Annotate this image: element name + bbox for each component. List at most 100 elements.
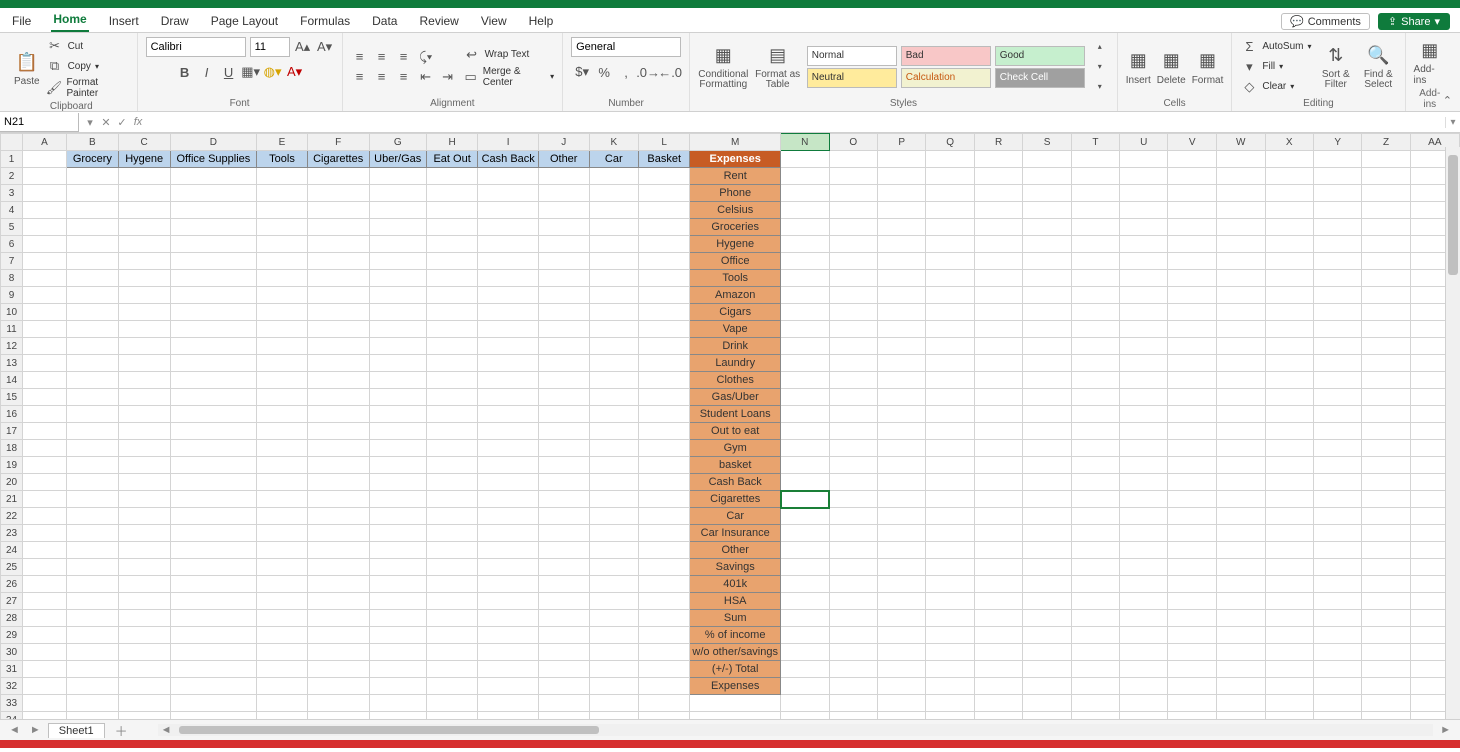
cell-C24[interactable] xyxy=(118,542,170,559)
cell-S22[interactable] xyxy=(1023,508,1071,525)
cell-S28[interactable] xyxy=(1023,610,1071,627)
cell-F7[interactable] xyxy=(307,253,369,270)
cell-N2[interactable] xyxy=(781,168,829,185)
cell-X32[interactable] xyxy=(1265,678,1313,695)
cell-M12[interactable]: Drink xyxy=(690,338,781,355)
cell-K9[interactable] xyxy=(589,287,639,304)
cell-P28[interactable] xyxy=(878,610,926,627)
cell-W2[interactable] xyxy=(1216,168,1265,185)
cell-H15[interactable] xyxy=(426,389,478,406)
cell-T1[interactable] xyxy=(1071,151,1119,168)
cell-N3[interactable] xyxy=(781,185,829,202)
cell-S30[interactable] xyxy=(1023,644,1071,661)
cell-N32[interactable] xyxy=(781,678,829,695)
cell-C3[interactable] xyxy=(118,185,170,202)
cell-N14[interactable] xyxy=(781,372,829,389)
cell-E28[interactable] xyxy=(257,610,307,627)
cell-N16[interactable] xyxy=(781,406,829,423)
cell-P27[interactable] xyxy=(878,593,926,610)
cell-H8[interactable] xyxy=(426,270,478,287)
percent-button[interactable]: % xyxy=(595,63,613,81)
column-header-T[interactable]: T xyxy=(1071,134,1119,151)
vertical-scrollbar[interactable] xyxy=(1445,147,1460,719)
cell-P1[interactable] xyxy=(878,151,926,168)
cell-E17[interactable] xyxy=(257,423,307,440)
cell-F4[interactable] xyxy=(307,202,369,219)
cell-E16[interactable] xyxy=(257,406,307,423)
cell-U2[interactable] xyxy=(1120,168,1168,185)
bold-button[interactable]: B xyxy=(176,63,194,81)
cell-B32[interactable] xyxy=(66,678,118,695)
cell-P2[interactable] xyxy=(878,168,926,185)
cell-I16[interactable] xyxy=(478,406,538,423)
cell-I9[interactable] xyxy=(478,287,538,304)
cell-P7[interactable] xyxy=(878,253,926,270)
cell-L1[interactable]: Basket xyxy=(639,151,690,168)
cell-C21[interactable] xyxy=(118,491,170,508)
cell-T21[interactable] xyxy=(1071,491,1119,508)
cell-L25[interactable] xyxy=(639,559,690,576)
cell-U17[interactable] xyxy=(1120,423,1168,440)
cell-Y34[interactable] xyxy=(1313,712,1361,720)
cell-F14[interactable] xyxy=(307,372,369,389)
cell-Z10[interactable] xyxy=(1362,304,1410,321)
cell-L6[interactable] xyxy=(639,236,690,253)
cell-M34[interactable] xyxy=(690,712,781,720)
cell-Z1[interactable] xyxy=(1362,151,1410,168)
styles-more[interactable]: ▾ xyxy=(1091,78,1109,96)
cell-S34[interactable] xyxy=(1023,712,1071,720)
spreadsheet[interactable]: ABCDEFGHIJKLMNOPQRSTUVWXYZAA1GroceryHyge… xyxy=(0,133,1460,719)
cell-Q21[interactable] xyxy=(926,491,975,508)
cell-B16[interactable] xyxy=(66,406,118,423)
cell-D23[interactable] xyxy=(170,525,257,542)
cell-G34[interactable] xyxy=(369,712,426,720)
cell-G9[interactable] xyxy=(369,287,426,304)
cell-N34[interactable] xyxy=(781,712,829,720)
cell-T11[interactable] xyxy=(1071,321,1119,338)
cell-U29[interactable] xyxy=(1120,627,1168,644)
cell-D17[interactable] xyxy=(170,423,257,440)
cell-N30[interactable] xyxy=(781,644,829,661)
cell-V17[interactable] xyxy=(1168,423,1216,440)
cell-A6[interactable] xyxy=(23,236,67,253)
cell-T19[interactable] xyxy=(1071,457,1119,474)
cell-M5[interactable]: Groceries xyxy=(690,219,781,236)
cell-S1[interactable] xyxy=(1023,151,1071,168)
cell-W12[interactable] xyxy=(1216,338,1265,355)
cell-Q3[interactable] xyxy=(926,185,975,202)
fx-icon[interactable]: fx xyxy=(131,116,145,128)
sheet-nav-next[interactable]: ► xyxy=(27,724,44,736)
cell-K29[interactable] xyxy=(589,627,639,644)
styles-scroll-up[interactable]: ▴ xyxy=(1091,38,1109,56)
cell-E34[interactable] xyxy=(257,712,307,720)
cell-O15[interactable] xyxy=(829,389,878,406)
cell-R12[interactable] xyxy=(974,338,1022,355)
cell-I19[interactable] xyxy=(478,457,538,474)
cell-O9[interactable] xyxy=(829,287,878,304)
cell-V21[interactable] xyxy=(1168,491,1216,508)
cell-D15[interactable] xyxy=(170,389,257,406)
cell-G30[interactable] xyxy=(369,644,426,661)
cell-O12[interactable] xyxy=(829,338,878,355)
style-normal[interactable]: Normal xyxy=(807,46,897,66)
cell-P32[interactable] xyxy=(878,678,926,695)
cell-F10[interactable] xyxy=(307,304,369,321)
decrease-indent-button[interactable]: ⇤ xyxy=(417,68,435,86)
cell-V25[interactable] xyxy=(1168,559,1216,576)
orientation-button[interactable]: ⤹▾ xyxy=(417,48,435,66)
cell-M17[interactable]: Out to eat xyxy=(690,423,781,440)
cell-G13[interactable] xyxy=(369,355,426,372)
formula-input[interactable] xyxy=(149,113,1445,131)
cell-P29[interactable] xyxy=(878,627,926,644)
row-header-23[interactable]: 23 xyxy=(1,525,23,542)
cell-V31[interactable] xyxy=(1168,661,1216,678)
cell-W9[interactable] xyxy=(1216,287,1265,304)
cell-H23[interactable] xyxy=(426,525,478,542)
cell-R8[interactable] xyxy=(974,270,1022,287)
cell-W26[interactable] xyxy=(1216,576,1265,593)
cell-X25[interactable] xyxy=(1265,559,1313,576)
cell-U22[interactable] xyxy=(1120,508,1168,525)
cell-K5[interactable] xyxy=(589,219,639,236)
horizontal-scrollbar[interactable]: ◄ xyxy=(158,724,1433,736)
cell-Z21[interactable] xyxy=(1362,491,1410,508)
